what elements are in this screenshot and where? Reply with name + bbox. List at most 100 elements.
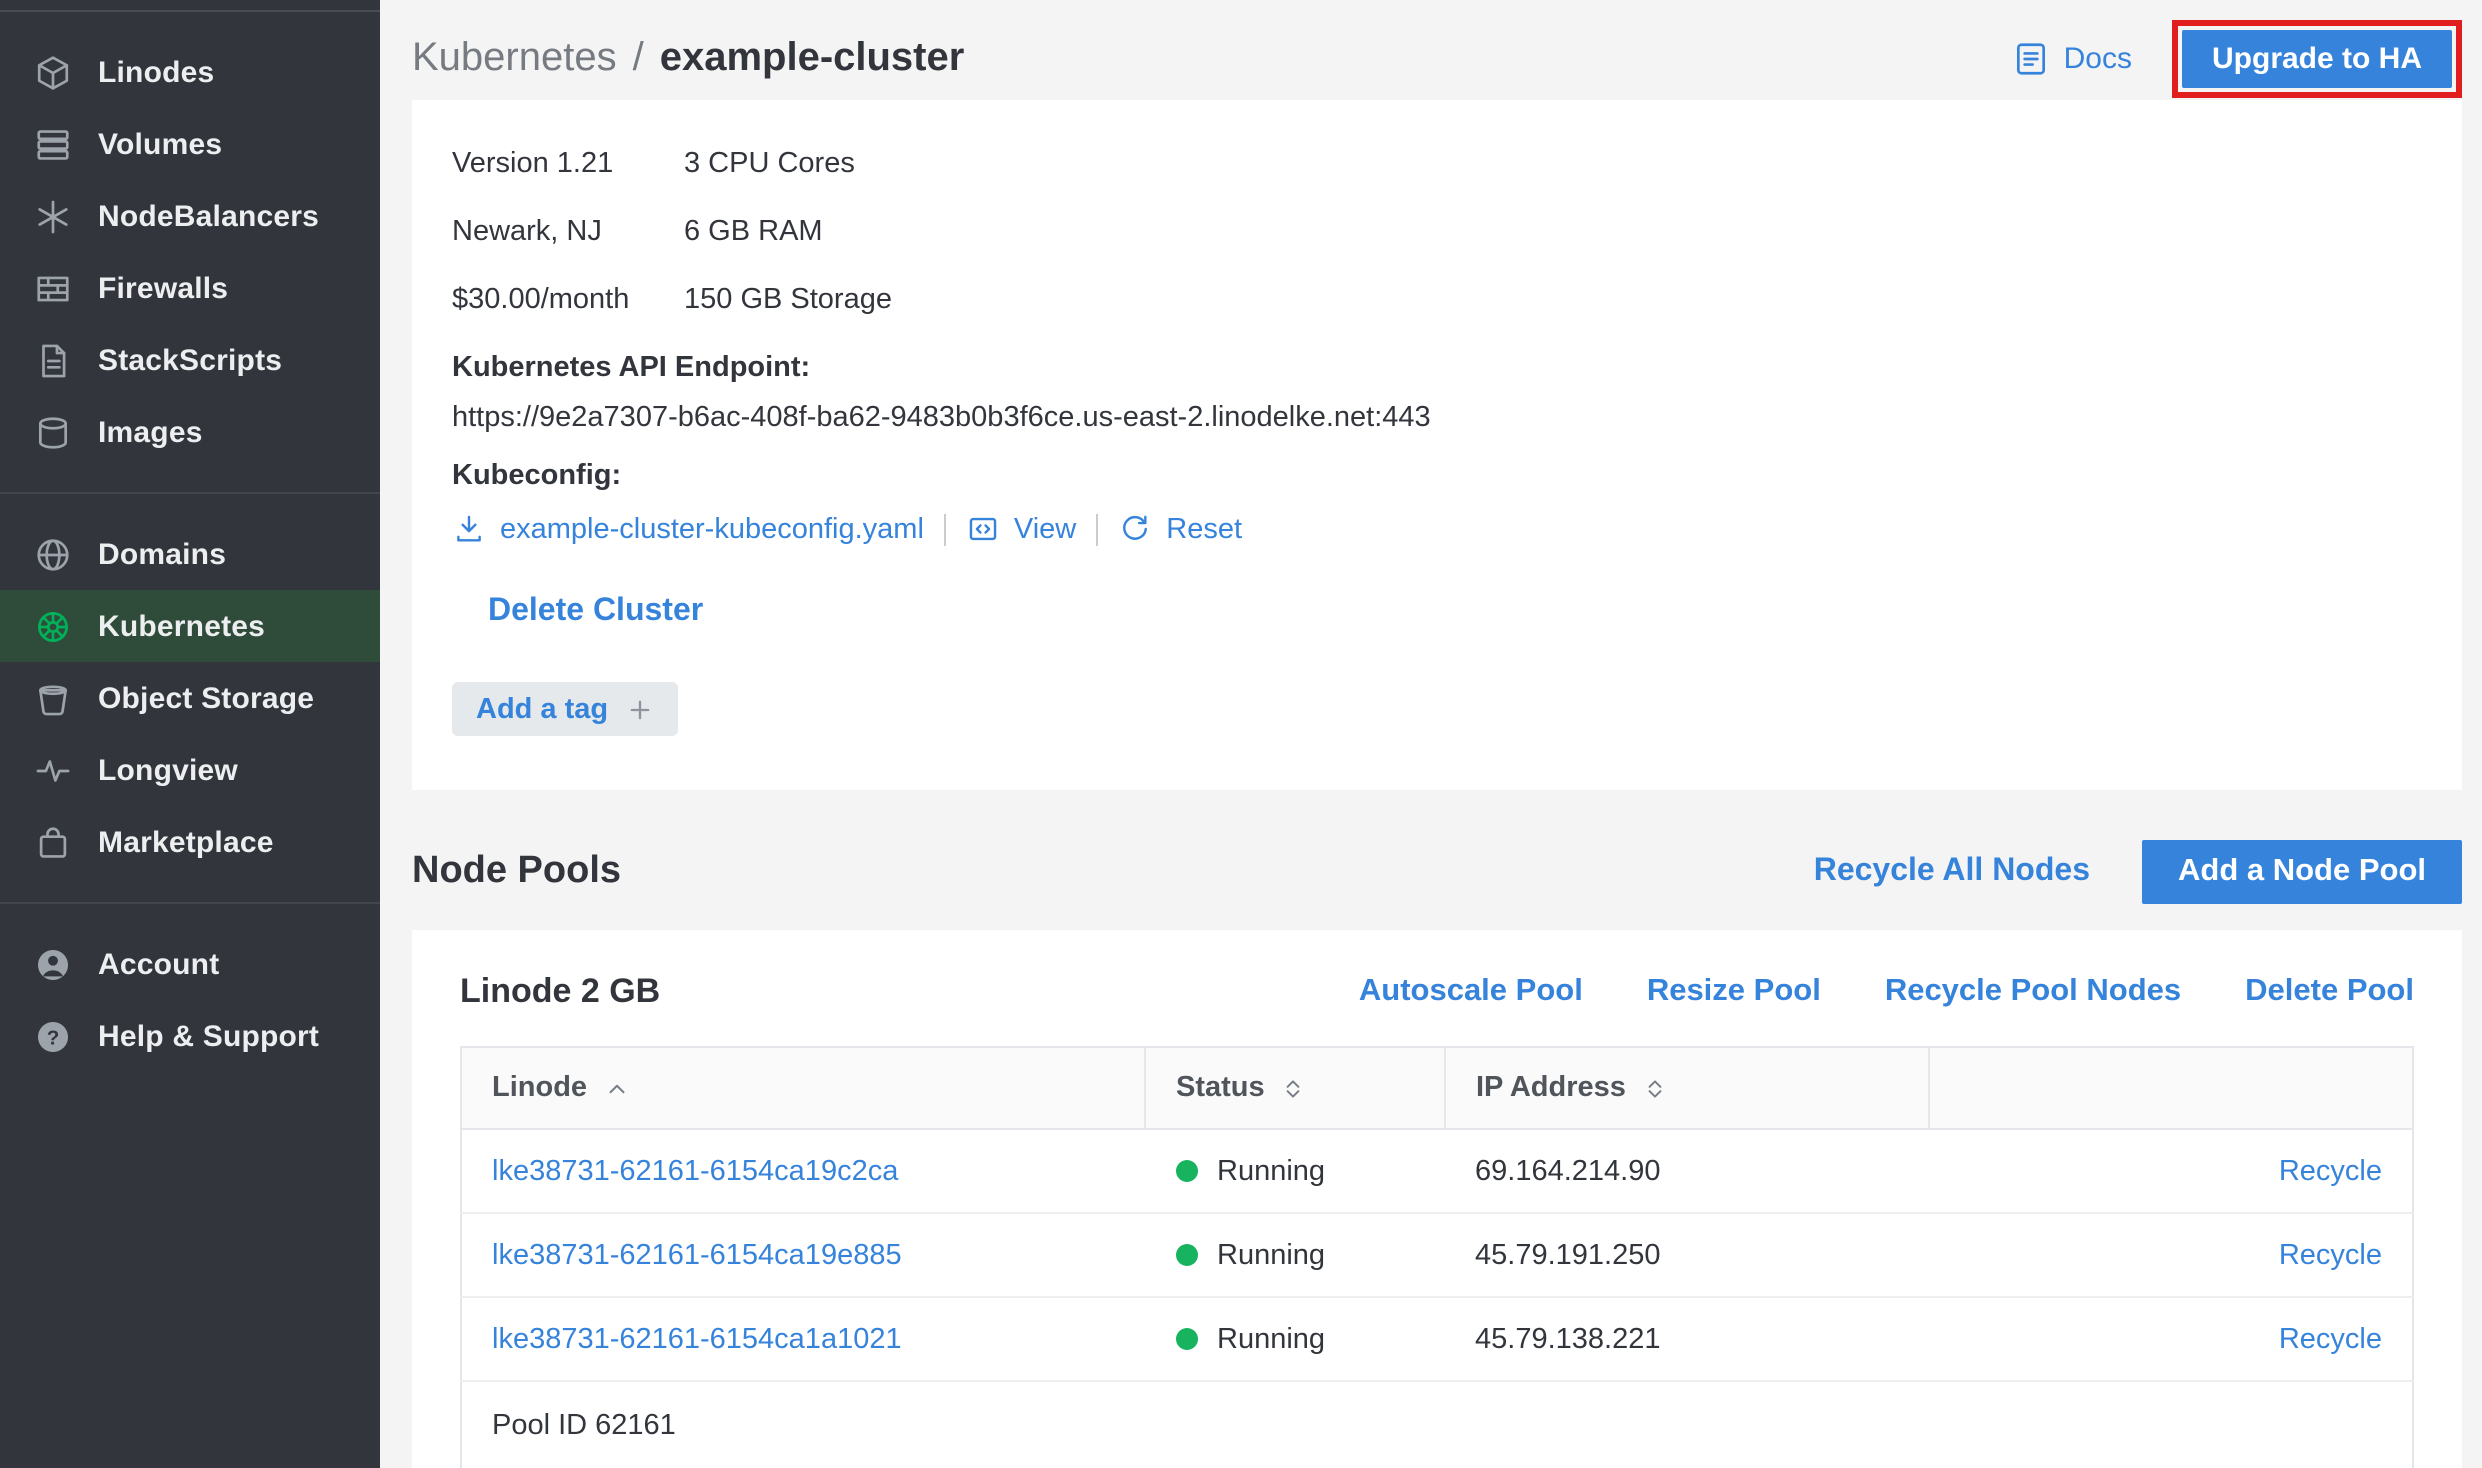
delete-cluster-button[interactable]: Delete Cluster [488,594,703,630]
node-ip: 69.164.214.90 [1445,1129,1929,1213]
sidebar-item-label: Longview [98,753,238,787]
status-running-dot [1175,1160,1197,1182]
sidebar-item-label: Kubernetes [98,609,265,643]
annotation-highlight-box: Upgrade to HA [2172,19,2462,97]
table-header-row: Linode Status IP Addre [461,1047,2413,1129]
sidebar-item-label: StackScripts [98,343,282,377]
firewalls-icon [34,269,72,307]
breadcrumb-kubernetes-link[interactable]: Kubernetes [412,35,617,81]
node-link[interactable]: lke38731-62161-6154ca19e885 [492,1239,902,1271]
node-ip: 45.79.138.221 [1445,1297,1929,1381]
sidebar-item-longview[interactable]: Longview [0,734,380,806]
reset-icon [1118,512,1152,546]
recycle-node-link[interactable]: Recycle [2279,1323,2382,1355]
status-running-dot [1175,1328,1197,1350]
pool-id-text: Pool ID 62161 [461,1381,2413,1468]
marketplace-icon [34,823,72,861]
svg-text:?: ? [47,1025,60,1048]
column-header-linode[interactable]: Linode [461,1047,1145,1129]
docs-link[interactable]: Docs [2012,39,2132,77]
sidebar-top-divider [0,10,380,12]
sidebar-divider [0,492,380,494]
recycle-pool-nodes-link[interactable]: Recycle Pool Nodes [1885,974,2181,1010]
sidebar-item-label: Marketplace [98,825,274,859]
sort-both-icon [1642,1075,1668,1101]
table-row: lke38731-62161-6154ca1a1021 Running 45.7… [461,1297,2413,1381]
status-text: Running [1217,1323,1325,1355]
add-tag-label: Add a tag [476,693,608,725]
pool-head: Linode 2 GB Autoscale Pool Resize Pool R… [460,972,2414,1012]
status-text: Running [1217,1155,1325,1187]
sidebar-item-help-support[interactable]: ? Help & Support [0,1000,380,1072]
node-link[interactable]: lke38731-62161-6154ca19c2ca [492,1155,898,1187]
delete-pool-link[interactable]: Delete Pool [2245,974,2414,1010]
longview-icon [34,751,72,789]
status-running-dot [1175,1244,1197,1266]
app-window: Linodes Volumes NodeBalancers Firewalls … [0,0,2482,1468]
recycle-node-link[interactable]: Recycle [2279,1239,2382,1271]
pool-nodes-table: Linode Status IP Addre [460,1046,2414,1468]
linodes-icon [34,53,72,91]
kubernetes-icon [34,607,72,645]
kubeconfig-filename: example-cluster-kubeconfig.yaml [500,513,924,545]
divider [944,513,946,545]
kubeconfig-row: example-cluster-kubeconfig.yaml View Res… [452,512,2422,546]
cluster-region: Newark, NJ [452,208,684,258]
sidebar-item-images[interactable]: Images [0,396,380,468]
autoscale-pool-link[interactable]: Autoscale Pool [1359,974,1583,1010]
cluster-version: Version 1.21 [452,140,684,190]
domains-icon [34,535,72,573]
divider [1096,513,1098,545]
column-label: Linode [492,1072,587,1104]
cluster-price: $30.00/month [452,276,684,326]
main-content: Kubernetes / example-cluster Docs Upgrad… [380,0,2482,1468]
kubeconfig-label: Kubeconfig: [452,460,2422,492]
sidebar-item-label: Linodes [98,55,214,89]
recycle-node-link[interactable]: Recycle [2279,1155,2382,1187]
node-link[interactable]: lke38731-62161-6154ca1a1021 [492,1323,902,1355]
upgrade-to-ha-button[interactable]: Upgrade to HA [2182,29,2452,87]
header-actions: Docs Upgrade to HA [2012,19,2462,97]
add-tag-button[interactable]: Add a tag [452,682,678,736]
cluster-summary-card: Version 1.21 3 CPU Cores Newark, NJ 6 GB… [412,100,2462,790]
sidebar-item-label: Account [98,947,219,981]
page-header: Kubernetes / example-cluster Docs Upgrad… [412,16,2462,100]
breadcrumb: Kubernetes / example-cluster [412,35,964,81]
sidebar-item-marketplace[interactable]: Marketplace [0,806,380,878]
table-row: lke38731-62161-6154ca19e885 Running 45.7… [461,1213,2413,1297]
sidebar-item-label: Object Storage [98,681,314,715]
table-row: lke38731-62161-6154ca19c2ca Running 69.1… [461,1129,2413,1213]
sidebar-item-linodes[interactable]: Linodes [0,36,380,108]
kubeconfig-view-link[interactable]: View [966,512,1076,546]
images-icon [34,413,72,451]
sidebar-item-kubernetes[interactable]: Kubernetes [0,590,380,662]
sidebar-item-object-storage[interactable]: Object Storage [0,662,380,734]
sidebar-item-label: Volumes [98,127,222,161]
breadcrumb-current-cluster: example-cluster [660,35,965,81]
add-node-pool-button[interactable]: Add a Node Pool [2142,840,2462,904]
sidebar-item-domains[interactable]: Domains [0,518,380,590]
sidebar-item-firewalls[interactable]: Firewalls [0,252,380,324]
sidebar-item-account[interactable]: Account [0,928,380,1000]
column-header-actions [1929,1047,2413,1129]
cluster-ram: 6 GB RAM [684,208,2422,258]
sidebar-item-stackscripts[interactable]: StackScripts [0,324,380,396]
column-header-status[interactable]: Status [1145,1047,1445,1129]
sidebar-item-label: Firewalls [98,271,228,305]
api-endpoint-label: Kubernetes API Endpoint: [452,352,2422,384]
node-pools-title: Node Pools [412,850,621,894]
sidebar-item-nodebalancers[interactable]: NodeBalancers [0,180,380,252]
docs-icon [2012,39,2050,77]
kubeconfig-download-link[interactable]: example-cluster-kubeconfig.yaml [452,512,924,546]
table-footer-row: Pool ID 62161 [461,1381,2413,1468]
column-label: IP Address [1476,1072,1626,1104]
column-header-ip-address[interactable]: IP Address [1445,1047,1929,1129]
download-icon [452,512,486,546]
kubeconfig-reset-link[interactable]: Reset [1118,512,1242,546]
sidebar-item-volumes[interactable]: Volumes [0,108,380,180]
recycle-all-nodes-link[interactable]: Recycle All Nodes [1814,854,2090,890]
sidebar: Linodes Volumes NodeBalancers Firewalls … [0,0,380,1468]
cluster-cpu: 3 CPU Cores [684,140,2422,190]
docs-label: Docs [2064,41,2132,75]
resize-pool-link[interactable]: Resize Pool [1647,974,1821,1010]
